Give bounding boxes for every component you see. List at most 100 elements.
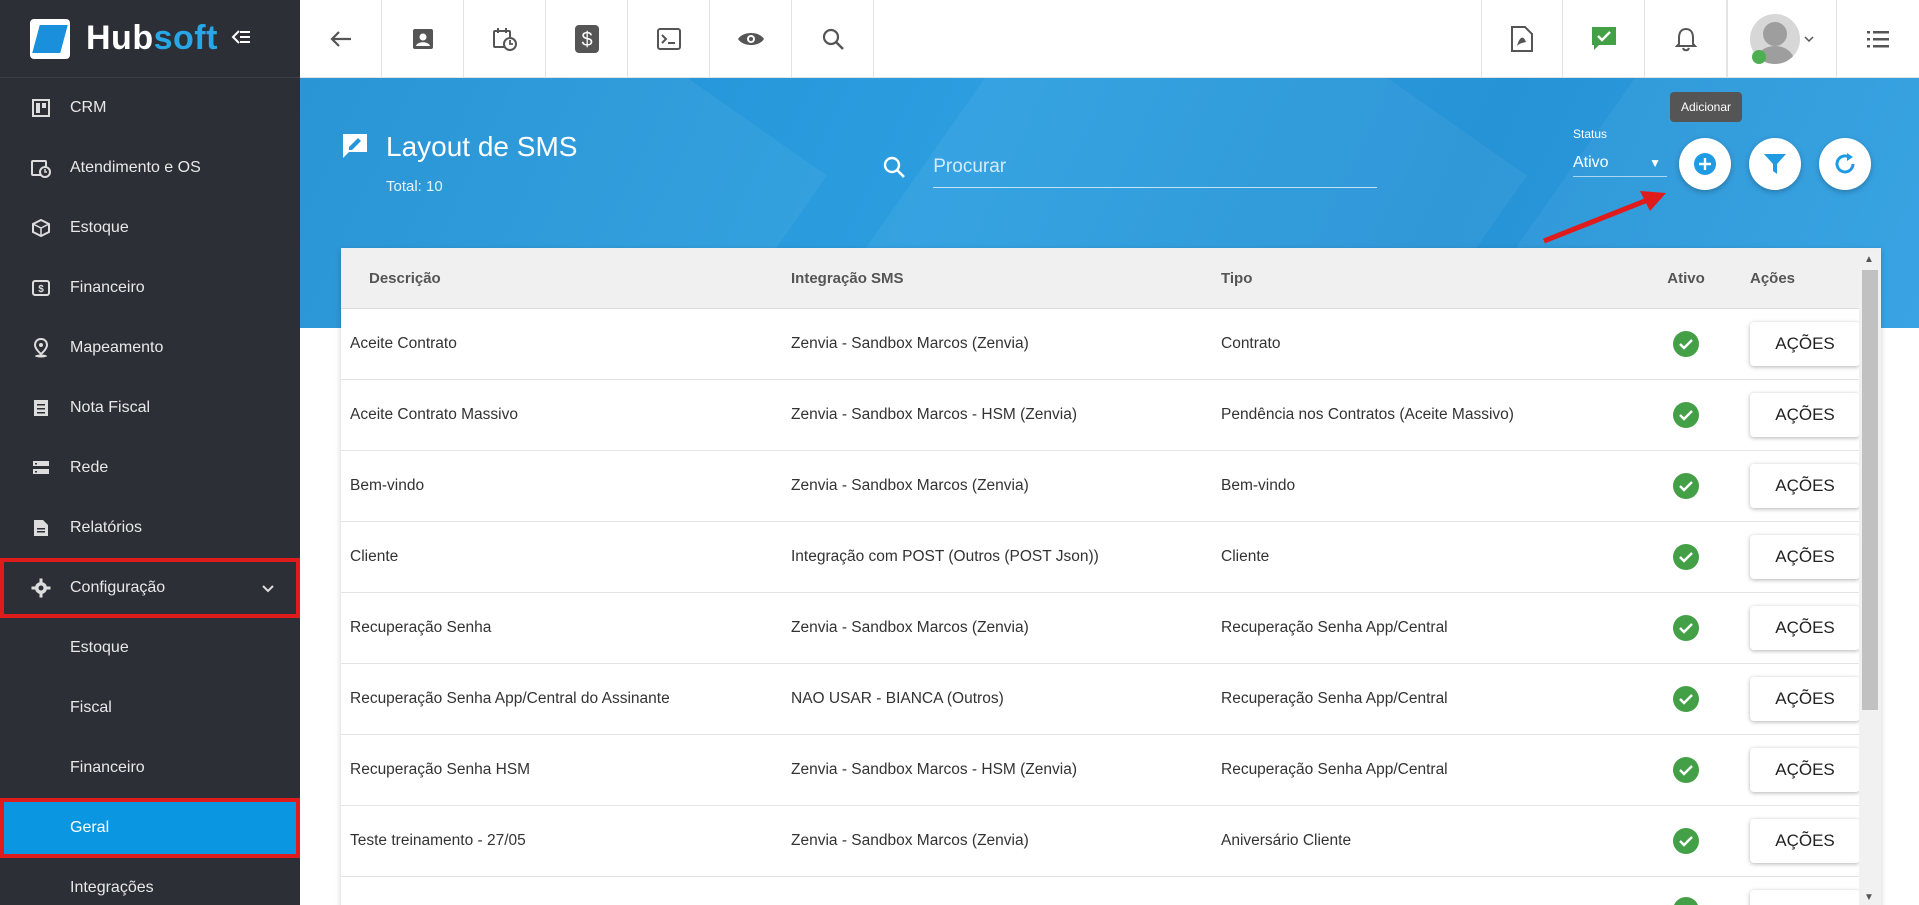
table-row[interactable]: Recuperação Senha App/Central do Assinan… — [341, 664, 1881, 735]
cell-descricao: Aceite Contrato Massivo — [350, 406, 518, 423]
status-select[interactable]: Ativo ▼ — [1573, 149, 1667, 177]
table-row[interactable]: Cliente Integração com POST (Outros (POS… — [341, 522, 1881, 593]
table-row-partial[interactable] — [341, 877, 1881, 905]
column-header-descricao[interactable]: Descrição — [341, 270, 791, 287]
sidebar-item-label: CRM — [70, 99, 107, 116]
table-scrollbar[interactable]: ▲ ▼ — [1859, 250, 1881, 905]
check-circle-icon — [1673, 896, 1699, 905]
sidebar-item-crm[interactable]: CRM — [0, 78, 300, 138]
sidebar-item-rede[interactable]: Rede — [0, 438, 300, 498]
sidebar-item-financeiro[interactable]: $ Financeiro — [0, 258, 300, 318]
back-arrow-icon[interactable] — [300, 0, 382, 78]
scroll-thumb[interactable] — [1862, 270, 1878, 710]
sidebar-subitem-label: Integrações — [70, 879, 154, 896]
cell-integracao: Zenvia - Sandbox Marcos (Zenvia) — [791, 335, 1029, 352]
scroll-down-icon[interactable]: ▼ — [1864, 892, 1874, 903]
pdf-icon[interactable] — [1481, 0, 1563, 78]
check-circle-icon — [1673, 331, 1699, 357]
collapse-menu-icon[interactable] — [230, 26, 252, 52]
bell-icon[interactable] — [1645, 0, 1727, 78]
list-menu-icon[interactable] — [1837, 0, 1919, 78]
filter-button[interactable] — [1749, 138, 1801, 190]
sidebar-item-nota-fiscal[interactable]: Nota Fiscal — [0, 378, 300, 438]
calendar-clock-icon[interactable] — [464, 0, 546, 78]
sidebar-item-label: Mapeamento — [70, 339, 164, 356]
cell-descricao: Recuperação Senha — [350, 619, 492, 636]
brand-name: Hubsoft — [86, 19, 218, 58]
acoes-button[interactable]: AÇÕES — [1750, 464, 1860, 508]
acoes-button[interactable]: AÇÕES — [1750, 748, 1860, 792]
sidebar-item-atendimento[interactable]: Atendimento e OS — [0, 138, 300, 198]
sidebar-subitem-integracoes[interactable]: Integrações — [0, 858, 300, 905]
check-circle-icon — [1673, 473, 1699, 499]
sidebar: Hubsoft CRM Atendimento e OS Estoque $ F… — [0, 0, 300, 905]
sidebar-item-estoque[interactable]: Estoque — [0, 198, 300, 258]
acoes-button[interactable]: AÇÕES — [1750, 606, 1860, 650]
acoes-button[interactable]: AÇÕES — [1750, 819, 1860, 863]
scroll-up-icon[interactable]: ▲ — [1864, 254, 1874, 265]
plus-circle-icon — [1694, 153, 1716, 175]
status-select-value: Ativo — [1573, 153, 1609, 171]
column-header-ativo[interactable]: Ativo — [1636, 270, 1736, 287]
column-header-integracao[interactable]: Integração SMS — [791, 270, 1221, 287]
table-row[interactable]: Recuperação Senha HSM Zenvia - Sandbox M… — [341, 735, 1881, 806]
eye-icon[interactable] — [710, 0, 792, 78]
cell-ativo — [1636, 757, 1736, 783]
cell-descricao: Aceite Contrato — [350, 335, 457, 352]
sidebar-item-label: Financeiro — [70, 279, 145, 296]
filter-icon — [1764, 154, 1786, 174]
search-icon[interactable] — [792, 0, 874, 78]
column-header-tipo[interactable]: Tipo — [1221, 270, 1636, 287]
dollar-icon[interactable]: $ — [546, 0, 628, 78]
cell-acoes: AÇÕES — [1736, 677, 1861, 721]
topbar: $ — [300, 0, 1919, 78]
sidebar-item-label: Estoque — [70, 219, 129, 236]
dollar-icon: $ — [30, 277, 52, 299]
cell-integracao: Integração com POST (Outros (POST Json)) — [791, 548, 1099, 565]
acoes-button[interactable] — [1750, 890, 1860, 905]
table-row[interactable]: Recuperação Senha Zenvia - Sandbox Marco… — [341, 593, 1881, 664]
sidebar-item-configuracao[interactable]: Configuração — [0, 558, 300, 618]
table-row[interactable]: Aceite Contrato Massivo Zenvia - Sandbox… — [341, 380, 1881, 451]
sidebar-nav: CRM Atendimento e OS Estoque $ Financeir… — [0, 78, 300, 905]
terminal-icon[interactable] — [628, 0, 710, 78]
cell-ativo — [1636, 615, 1736, 641]
cell-acoes — [1736, 890, 1861, 905]
gear-icon — [30, 577, 52, 599]
sidebar-item-relatorios[interactable]: Relatórios — [0, 498, 300, 558]
acoes-button[interactable]: AÇÕES — [1750, 677, 1860, 721]
sidebar-item-mapeamento[interactable]: Mapeamento — [0, 318, 300, 378]
add-button[interactable] — [1679, 138, 1731, 190]
contact-card-icon[interactable] — [382, 0, 464, 78]
column-header-acoes: Ações — [1750, 269, 1796, 287]
cell-ativo — [1636, 402, 1736, 428]
acoes-button[interactable]: AÇÕES — [1750, 535, 1860, 579]
acoes-button[interactable]: AÇÕES — [1750, 322, 1860, 366]
sidebar-subitem-fiscal[interactable]: Fiscal — [0, 678, 300, 738]
cell-tipo: Aniversário Cliente — [1221, 832, 1352, 849]
map-pin-icon — [30, 337, 52, 359]
sidebar-subitem-estoque[interactable]: Estoque — [0, 618, 300, 678]
refresh-button[interactable] — [1819, 138, 1871, 190]
acoes-button[interactable]: AÇÕES — [1750, 393, 1860, 437]
cell-tipo: Cliente — [1221, 548, 1270, 565]
table-row[interactable]: Bem-vindo Zenvia - Sandbox Marcos (Zenvi… — [341, 451, 1881, 522]
sidebar-subitem-financeiro[interactable]: Financeiro — [0, 738, 300, 798]
search-input[interactable] — [933, 146, 1377, 188]
svg-text:$: $ — [581, 29, 592, 51]
check-circle-icon — [1673, 615, 1699, 641]
check-circle-icon — [1673, 544, 1699, 570]
avatar[interactable] — [1727, 0, 1837, 78]
server-icon — [30, 457, 52, 479]
table-row[interactable]: Teste treinamento - 27/05 Zenvia - Sandb… — [341, 806, 1881, 877]
table-row[interactable]: Aceite Contrato Zenvia - Sandbox Marcos … — [341, 309, 1881, 380]
add-tooltip: Adicionar — [1670, 92, 1742, 122]
sidebar-subitem-geral[interactable]: Geral — [0, 798, 300, 858]
cell-integracao: NAO USAR - BIANCA (Outros) — [791, 690, 1004, 707]
check-circle-icon — [1673, 828, 1699, 854]
cell-descricao: Cliente — [350, 548, 399, 565]
chat-check-icon[interactable] — [1563, 0, 1645, 78]
check-circle-icon — [1673, 757, 1699, 783]
cell-integracao: Zenvia - Sandbox Marcos (Zenvia) — [791, 832, 1029, 849]
brand-name-part1: Hub — [86, 19, 154, 57]
